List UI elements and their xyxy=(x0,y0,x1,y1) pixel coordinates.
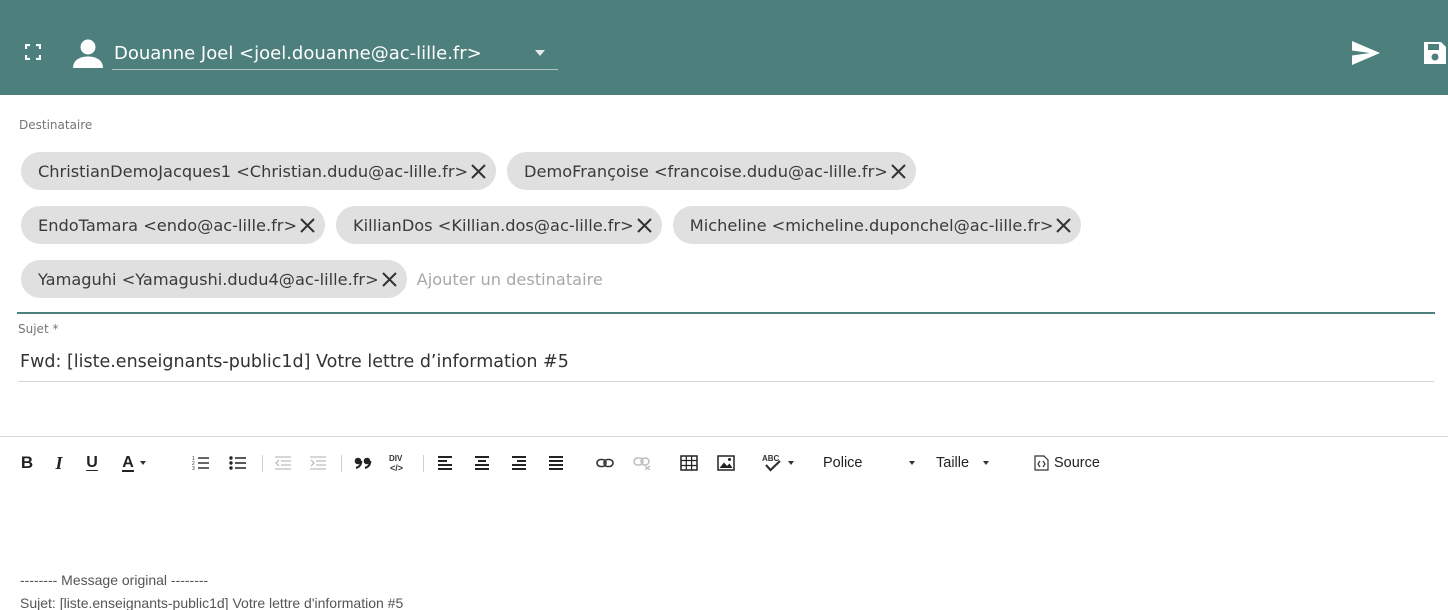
original-message-subject: Sujet: [liste.enseignants-public1d] Votr… xyxy=(20,595,404,610)
source-label: Source xyxy=(1054,455,1100,471)
bold-button[interactable]: B xyxy=(16,448,38,478)
recipient-chip-label: ChristianDemoJacques1 <Christian.dudu@ac… xyxy=(38,161,469,181)
image-button[interactable] xyxy=(714,448,738,478)
numbered-list-button[interactable]: 123 xyxy=(190,448,212,478)
recipients-label: Destinataire xyxy=(19,118,93,132)
from-value: Douanne Joel <joel.douanne@ac-lille.fr> xyxy=(114,43,482,64)
recipient-row: EndoTamara <endo@ac-lille.fr> KillianDos… xyxy=(21,206,1092,244)
close-icon[interactable] xyxy=(1055,217,1072,234)
toolbar-separator xyxy=(423,455,424,472)
source-icon xyxy=(1034,455,1049,471)
decrease-indent-button[interactable] xyxy=(272,448,294,478)
svg-text:DIV: DIV xyxy=(389,454,403,463)
person-icon xyxy=(72,38,104,68)
image-icon xyxy=(717,455,735,471)
font-size-dropdown[interactable]: Taille xyxy=(931,448,1017,478)
original-message-separator: -------- Message original -------- xyxy=(20,572,209,588)
bold-icon: B xyxy=(20,453,34,472)
recipient-chip[interactable]: KillianDos <Killian.dos@ac-lille.fr> xyxy=(336,206,662,244)
link-icon xyxy=(596,458,614,468)
svg-text:ABC: ABC xyxy=(762,454,780,463)
div-icon: DIV </> xyxy=(388,453,406,473)
table-icon xyxy=(680,455,698,471)
close-icon[interactable] xyxy=(470,163,487,180)
align-right-button[interactable] xyxy=(507,448,531,478)
numbered-list-icon: 123 xyxy=(192,455,210,471)
unlink-button[interactable] xyxy=(631,448,653,478)
svg-text:3: 3 xyxy=(192,466,195,471)
composer-header: Douanne Joel <joel.douanne@ac-lille.fr> xyxy=(0,0,1448,95)
spellcheck-button[interactable]: ABC xyxy=(758,448,798,478)
recipient-row: ChristianDemoJacques1 <Christian.dudu@ac… xyxy=(21,152,927,190)
increase-indent-icon xyxy=(309,455,327,471)
italic-button[interactable]: I xyxy=(49,448,69,478)
recipient-chip[interactable]: EndoTamara <endo@ac-lille.fr> xyxy=(21,206,326,244)
link-button[interactable] xyxy=(594,448,616,478)
table-button[interactable] xyxy=(677,448,701,478)
recipient-chip-label: KillianDos <Killian.dos@ac-lille.fr> xyxy=(353,215,634,235)
recipients-underline xyxy=(17,312,1435,314)
recipient-chip[interactable]: Yamaguhi <Yamagushi.dudu4@ac-lille.fr> xyxy=(21,260,407,298)
recipient-chip-label: EndoTamara <endo@ac-lille.fr> xyxy=(38,215,298,235)
subject-label: Sujet * xyxy=(18,322,59,336)
recipient-chip-label: Yamaguhi <Yamagushi.dudu4@ac-lille.fr> xyxy=(38,269,379,289)
close-icon[interactable] xyxy=(381,271,398,288)
recipient-chip[interactable]: ChristianDemoJacques1 <Christian.dudu@ac… xyxy=(21,152,497,190)
from-select[interactable]: Douanne Joel <joel.douanne@ac-lille.fr> xyxy=(112,38,558,70)
decrease-indent-icon xyxy=(274,455,292,471)
font-size-label: Taille xyxy=(936,455,970,471)
justify-button[interactable] xyxy=(544,448,568,478)
source-button[interactable]: Source xyxy=(1030,448,1114,478)
chevron-down-icon xyxy=(908,461,915,465)
send-icon[interactable] xyxy=(1351,40,1381,66)
chevron-down-icon xyxy=(535,50,545,56)
close-icon[interactable] xyxy=(299,217,316,234)
bulleted-list-icon xyxy=(229,455,247,471)
blockquote-icon xyxy=(354,456,372,470)
align-center-button[interactable] xyxy=(470,448,494,478)
blockquote-button[interactable] xyxy=(351,448,375,478)
font-family-label: Police xyxy=(823,455,863,471)
subject-input[interactable] xyxy=(18,346,1434,382)
text-color-button[interactable]: A xyxy=(113,448,155,478)
toolbar-separator xyxy=(262,455,263,472)
recipient-chip-label: DemoFrançoise <francoise.dudu@ac-lille.f… xyxy=(524,161,888,181)
close-icon[interactable] xyxy=(890,163,907,180)
align-center-icon xyxy=(474,456,490,470)
fullscreen-icon[interactable] xyxy=(24,43,42,61)
div-button[interactable]: DIV </> xyxy=(386,448,408,478)
close-icon[interactable] xyxy=(636,217,653,234)
recipient-chip[interactable]: DemoFrançoise <francoise.dudu@ac-lille.f… xyxy=(507,152,916,190)
unlink-icon xyxy=(633,456,651,470)
underline-button[interactable]: U xyxy=(81,448,103,478)
justify-icon xyxy=(548,456,564,470)
recipient-row: Yamaguhi <Yamagushi.dudu4@ac-lille.fr> xyxy=(21,260,817,298)
align-left-icon xyxy=(437,456,453,470)
font-family-dropdown[interactable]: Police xyxy=(818,448,923,478)
align-left-button[interactable] xyxy=(433,448,457,478)
svg-text:</>: </> xyxy=(390,463,403,473)
editor-toolbar: B I U A 123 DIV </> ABC Police Taille So… xyxy=(0,448,1448,478)
bulleted-list-button[interactable] xyxy=(227,448,249,478)
increase-indent-button[interactable] xyxy=(307,448,329,478)
chevron-down-icon xyxy=(983,461,990,465)
chevron-down-icon xyxy=(788,461,794,465)
recipient-chip-label: Micheline <micheline.duponchel@ac-lille.… xyxy=(689,215,1054,235)
add-recipient-input[interactable] xyxy=(416,262,817,296)
spellcheck-icon: ABC xyxy=(762,454,786,472)
align-right-icon xyxy=(511,456,527,470)
recipient-chip[interactable]: Micheline <micheline.duponchel@ac-lille.… xyxy=(672,206,1082,244)
chevron-down-icon xyxy=(139,461,146,465)
editor-divider xyxy=(0,436,1448,437)
italic-icon: I xyxy=(55,452,63,473)
underline-icon: U xyxy=(86,454,98,471)
save-icon[interactable] xyxy=(1422,40,1448,66)
text-color-icon: A xyxy=(122,453,134,472)
toolbar-separator xyxy=(341,455,342,472)
